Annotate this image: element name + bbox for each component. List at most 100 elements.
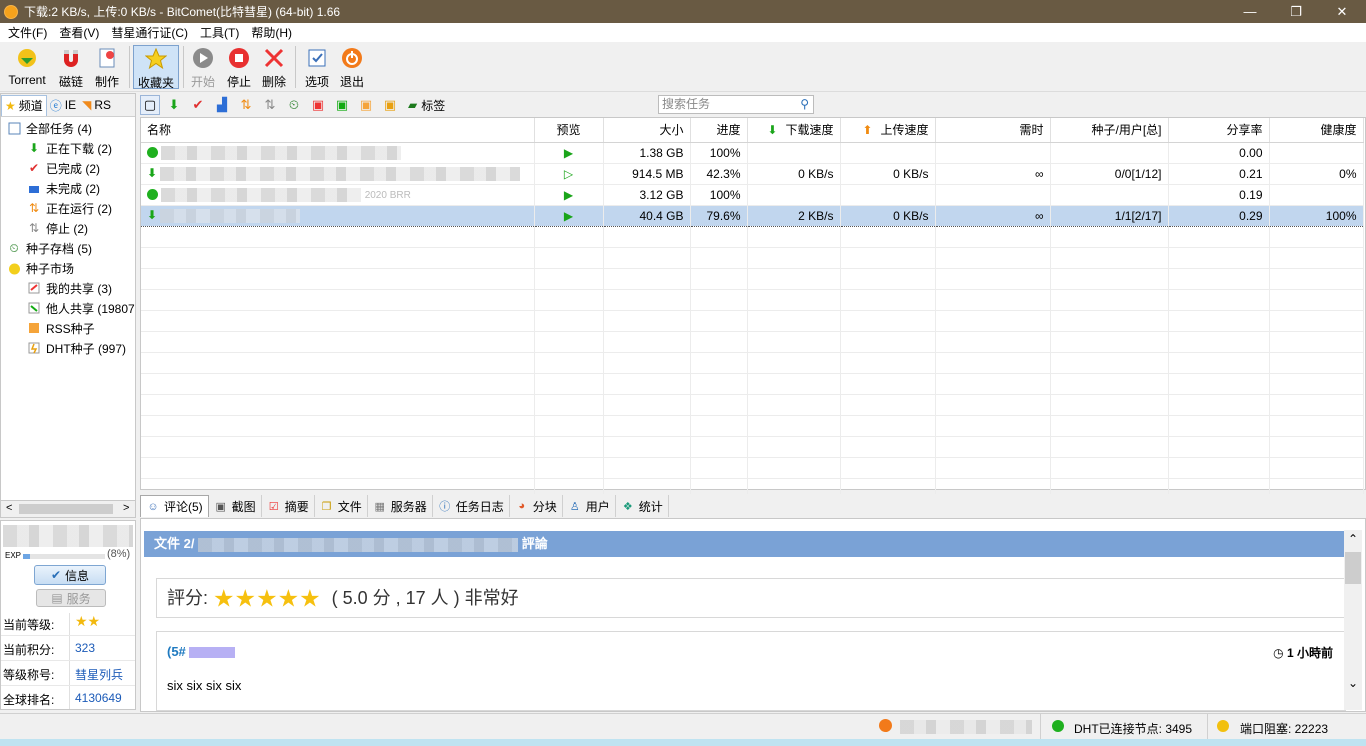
dht-icon[interactable]: ▣ [380, 95, 400, 115]
exit-button[interactable]: 退出 [337, 45, 367, 89]
tree-item-running[interactable]: ⇅ 正在运行 (2) [27, 198, 112, 218]
points-label: 当前积分: [3, 643, 55, 657]
title-value[interactable]: 彗星列兵 [75, 666, 123, 683]
down-arrow-icon: ⬇ [767, 123, 778, 138]
preview-play-icon[interactable]: ▷ [534, 163, 604, 185]
tab-files[interactable]: ❐ 文件 [315, 495, 368, 517]
options-button[interactable]: 选项 [302, 45, 332, 89]
make-torrent-button[interactable]: 制作 [92, 45, 122, 89]
table-row[interactable]: 2020 BRR ▶ 3.12 GB 100% 0.19 [141, 184, 1364, 206]
tree-item-downloading[interactable]: ⬇ 正在下载 (2) [27, 138, 112, 158]
filter-downloading-icon[interactable]: ⬇ [164, 95, 184, 115]
title-bar: 下载:2 KB/s, 上传:0 KB/s - BitComet(比特彗星) (6… [0, 0, 1366, 23]
rank-value: 4130649 [75, 691, 122, 705]
col-ratio[interactable]: 分享率 [1168, 118, 1270, 143]
tab-ie[interactable]: ⓔ IE [47, 95, 79, 116]
search-input[interactable]: 搜索任务 ⚲ [658, 95, 814, 114]
incomplete-icon [27, 181, 41, 195]
preview-play-icon[interactable]: ▶ [534, 184, 604, 206]
rss-icon[interactable]: ▣ [356, 95, 376, 115]
restore-button[interactable]: ❐ [1273, 0, 1319, 23]
tree-item-completed[interactable]: ✔ 已完成 (2) [27, 158, 100, 178]
table-row[interactable]: ▶ 1.38 GB 100% 0.00 [141, 142, 1364, 164]
user-icon: ♙ [569, 500, 580, 513]
tree-item-torrent-market[interactable]: 种子市场 [7, 258, 74, 278]
menu-passport[interactable]: 彗星通行证(C) [105, 24, 194, 41]
tab-rss[interactable]: ◥ RS [79, 95, 114, 116]
table-header: 名称 预览 大小 进度 ⬇ 下载速度 ⬆ 上传速度 需时 种子/用户[总] 分享率 … [141, 118, 1364, 143]
tree-item-others-shares[interactable]: 他人共享 (19807 [27, 298, 135, 318]
col-seeds[interactable]: 种子/用户[总] [1050, 118, 1169, 143]
scroll-up-icon[interactable]: ⌃ [1348, 532, 1358, 546]
share-icon[interactable]: ▣ [308, 95, 328, 115]
col-eta[interactable]: 需时 [935, 118, 1051, 143]
tab-comments[interactable]: ☺ 评论(5) [140, 495, 209, 517]
delete-button[interactable]: 删除 [259, 45, 289, 89]
preview-play-icon[interactable]: ▶ [534, 142, 604, 164]
rating-star-icon: ★ [234, 585, 257, 613]
start-button[interactable]: 开始 [188, 45, 218, 89]
col-name[interactable]: 名称 [141, 118, 535, 143]
comments-scrollbar[interactable]: ⌃ ⌄ [1344, 530, 1362, 710]
scroll-left-icon[interactable]: < [6, 502, 12, 514]
tree-item-my-shares[interactable]: 我的共享 (3) [27, 278, 112, 298]
tree-item-rss-seeds[interactable]: RSS种子 [27, 318, 95, 338]
tree-item-stopped[interactable]: ⇅ 停止 (2) [27, 218, 88, 238]
rating-star-icon: ★ [277, 585, 300, 613]
col-health[interactable]: 健康度 [1269, 118, 1364, 143]
star-icon [145, 48, 167, 70]
menu-file[interactable]: 文件(F) [2, 24, 53, 41]
col-progress[interactable]: 进度 [690, 118, 748, 143]
close-button[interactable]: ✕ [1319, 0, 1365, 23]
favorites-button[interactable]: 收藏夹 [133, 45, 179, 90]
tree-item-dht-seeds[interactable]: DHT种子 (997) [27, 338, 126, 358]
col-preview[interactable]: 预览 [534, 118, 604, 143]
table-row-selected[interactable]: ⬇ ▶ 40.4 GB 79.6% 2 KB/s 0 KB/s ∞ 1/1[2/… [141, 204, 1364, 227]
scroll-down-icon[interactable]: ⌄ [1348, 676, 1358, 690]
table-row[interactable]: ⬇ ▷ 914.5 MB 42.3% 0 KB/s 0 KB/s ∞ 0/0[1… [141, 163, 1364, 185]
scroll-right-icon[interactable]: > [123, 502, 129, 514]
ie-icon: ⓔ [49, 98, 62, 113]
window-title: 下载:2 KB/s, 上传:0 KB/s - BitComet(比特彗星) (6… [24, 5, 341, 19]
filter-incomplete-icon[interactable]: ▟ [212, 95, 232, 115]
tab-trackers[interactable]: ▦ 服务器 [368, 495, 433, 517]
service-button[interactable]: ▤ 服务 [36, 589, 106, 607]
tab-task-log[interactable]: ⓘ 任务日志 [433, 495, 510, 517]
tab-summary[interactable]: ☑ 摘要 [262, 495, 315, 517]
menu-help[interactable]: 帮助(H) [245, 24, 298, 41]
magnet-button[interactable]: 磁链 [56, 45, 86, 89]
col-size[interactable]: 大小 [603, 118, 691, 143]
info-button[interactable]: ✔ 信息 [34, 565, 106, 585]
tab-channel[interactable]: ★ 频道 [1, 94, 47, 116]
scroll-thumb[interactable] [19, 504, 113, 514]
tree-item-all-tasks[interactable]: 全部任务 (4) [7, 118, 92, 138]
archive-icon[interactable]: ⏲ [284, 95, 304, 115]
tree-item-incomplete[interactable]: 未完成 (2) [27, 178, 100, 198]
download-share-icon[interactable]: ▣ [332, 95, 352, 115]
new-task-icon[interactable]: ▢ [140, 95, 160, 115]
filter-running-icon[interactable]: ⇅ [236, 95, 256, 115]
torrent-button[interactable]: Torrent [4, 45, 50, 89]
title-label: 等级称号: [3, 668, 55, 682]
tab-statistics[interactable]: ❖ 统计 [616, 495, 669, 517]
tree-item-torrent-archive[interactable]: ⏲ 种子存档 (5) [7, 238, 92, 258]
tab-pieces[interactable]: ◕ 分块 [510, 495, 563, 517]
stop-button[interactable]: 停止 [224, 45, 254, 89]
up-arrow-icon: ⬆ [862, 123, 873, 138]
filter-completed-icon[interactable]: ✔ [188, 95, 208, 115]
tab-screenshots[interactable]: ▣ 截图 [209, 495, 262, 517]
preview-play-icon[interactable]: ▶ [534, 204, 604, 227]
comment-item: (5# ◷ 1 小時前 six six six six [156, 631, 1346, 711]
tag-button[interactable]: ▰ 标签 [408, 97, 445, 114]
arrow-down-icon: ⬇ [28, 141, 40, 155]
menu-view[interactable]: 查看(V) [53, 24, 105, 41]
scroll-thumb[interactable] [1345, 552, 1361, 584]
filter-stopped-icon[interactable]: ⇅ [260, 95, 280, 115]
search-icon[interactable]: ⚲ [800, 96, 809, 113]
col-up-speed[interactable]: ⬆ 上传速度 [840, 118, 936, 143]
minimize-button[interactable]: — [1227, 0, 1273, 23]
col-down-speed[interactable]: ⬇ 下载速度 [747, 118, 841, 143]
tab-peers[interactable]: ♙ 用户 [563, 495, 616, 517]
left-horizontal-scrollbar[interactable]: < > [0, 500, 136, 518]
menu-tools[interactable]: 工具(T) [194, 24, 245, 41]
